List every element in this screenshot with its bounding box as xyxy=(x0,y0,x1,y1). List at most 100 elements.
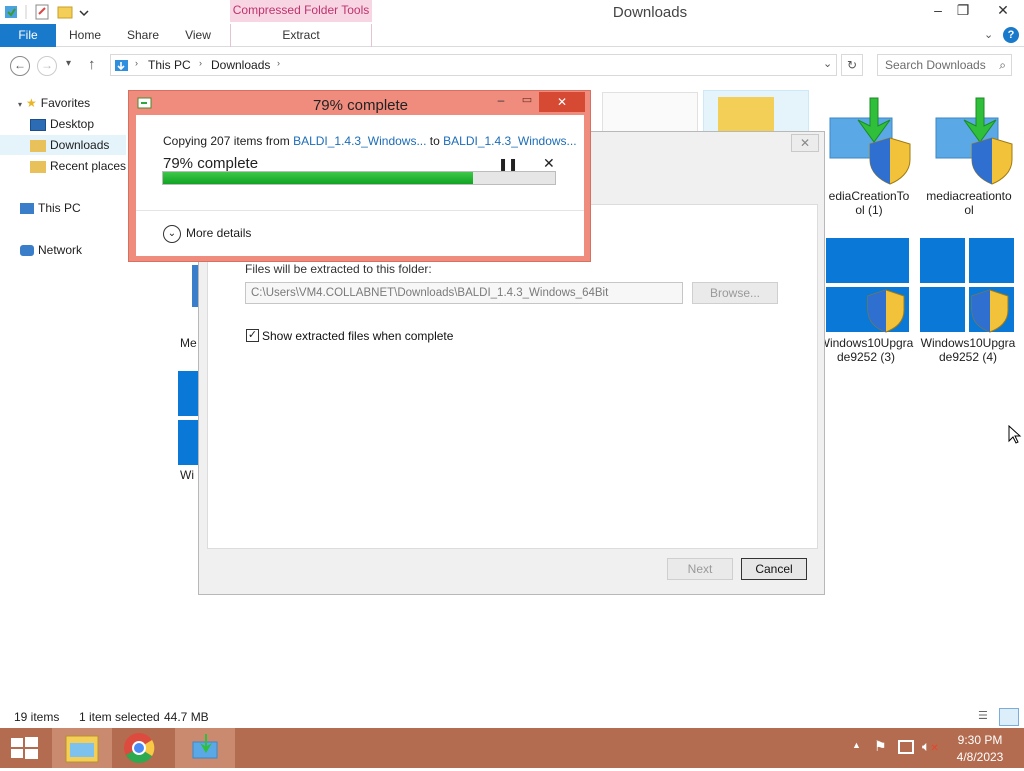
ribbon-expand-icon[interactable]: ⌄ xyxy=(984,28,993,41)
nav-favorites-label: Favorites xyxy=(40,96,91,110)
copy-dialog-maximize[interactable]: ▭ xyxy=(517,93,537,106)
desktop-icon xyxy=(30,118,46,131)
file-win10upgrade-4[interactable]: Windows10Upgra de9252 (4) xyxy=(920,238,1016,364)
tab-extract[interactable]: Extract xyxy=(230,24,372,47)
copy-dialog-close[interactable]: ✕ xyxy=(539,92,585,112)
nav-network-label: Network xyxy=(38,243,83,257)
nav-this-pc[interactable]: This PC xyxy=(20,198,81,218)
nav-this-pc-label: This PC xyxy=(38,201,81,215)
file-partial-zip-icon[interactable] xyxy=(703,90,809,135)
chrome-icon xyxy=(124,733,155,764)
file-label-partial-2: Wi xyxy=(180,468,194,482)
installer-shield-icon xyxy=(829,97,911,185)
windows-start-icon xyxy=(11,737,38,759)
help-icon[interactable]: ? xyxy=(1003,27,1019,43)
clock-date[interactable]: 4/8/2023 xyxy=(950,750,1010,764)
recent-locations-icon[interactable]: ▾ xyxy=(66,58,71,69)
volume-muted-icon[interactable]: 🔈︎✕ xyxy=(922,738,939,755)
clock-time[interactable]: 9:30 PM xyxy=(950,733,1010,747)
compressed-folder-tools-tab: Compressed Folder Tools xyxy=(230,0,372,22)
tray-overflow-icon[interactable]: ▲ xyxy=(852,740,861,750)
selected-count: 1 item selected xyxy=(79,710,160,724)
file-win10upgrade-3[interactable]: Windows10Upgra de9252 (3) xyxy=(818,238,914,364)
tab-file[interactable]: File xyxy=(0,24,56,47)
installer-shield-icon xyxy=(935,97,1013,185)
copy-progress-bar xyxy=(162,171,556,185)
uac-shield-icon xyxy=(971,289,1009,333)
address-box[interactable]: › This PC › Downloads › ⌄ xyxy=(110,54,837,76)
search-input[interactable]: Search Downloads ⌕ xyxy=(877,54,1012,76)
cancel-copy-icon[interactable]: ✕ xyxy=(543,155,555,172)
dest-link[interactable]: BALDI_1.4.3_Windows... xyxy=(443,134,576,148)
file-partial-win10-icon[interactable] xyxy=(178,371,198,465)
network-tray-icon[interactable] xyxy=(898,740,914,754)
more-details-toggle[interactable]: ⌄ More details xyxy=(163,225,251,243)
windows-logo-icon xyxy=(920,238,1016,334)
expand-arrow-icon: ▾ xyxy=(18,100,23,109)
copy-progress-fill xyxy=(163,172,473,184)
copy-dialog-body: Copying 207 items from BALDI_1.4.3_Windo… xyxy=(136,115,584,256)
breadcrumb-sep-icon: › xyxy=(277,58,280,68)
tab-home[interactable]: Home xyxy=(60,24,110,47)
copy-dialog-minimize[interactable]: – xyxy=(491,93,511,107)
file-mediacreationtool[interactable]: mediacreationto ol xyxy=(924,94,1014,217)
back-button[interactable]: ← xyxy=(10,56,30,76)
recent-places-icon xyxy=(30,160,46,173)
large-icons-view-icon[interactable] xyxy=(999,708,1019,726)
up-button[interactable]: ↑ xyxy=(88,56,96,73)
copying-prefix: Copying 207 items from xyxy=(163,134,294,148)
file-partial-installer-icon[interactable] xyxy=(602,92,698,132)
source-link[interactable]: BALDI_1.4.3_Windows... xyxy=(293,134,426,148)
downloads-folder-icon xyxy=(115,60,128,71)
file-name: Windows10Upgra de9252 (4) xyxy=(920,336,1016,364)
address-dropdown-icon[interactable]: ⌄ xyxy=(823,57,832,70)
ribbon-tabs: File Home Share View Extract ⌄ ? xyxy=(0,24,1024,47)
details-view-icon[interactable]: ☰ xyxy=(978,710,994,724)
nav-downloads-label: Downloads xyxy=(50,138,110,152)
file-mediacreationtool-1[interactable]: ediaCreationTo ol (1) xyxy=(824,94,914,217)
next-button[interactable]: Next xyxy=(667,558,733,580)
file-explorer-taskbar-button[interactable] xyxy=(52,728,112,768)
show-files-label[interactable]: Show extracted files when complete xyxy=(262,329,453,343)
breadcrumb-sep-icon: › xyxy=(135,58,138,68)
item-count: 19 items xyxy=(14,710,60,724)
start-button[interactable] xyxy=(0,728,48,768)
nav-downloads[interactable]: Downloads xyxy=(0,135,126,155)
computer-icon xyxy=(20,203,34,215)
show-files-checkbox[interactable]: ✓ xyxy=(246,329,259,342)
chevron-down-icon: ⌄ xyxy=(163,225,181,243)
wizard-close-button[interactable]: ✕ xyxy=(791,134,819,152)
nav-network[interactable]: Network xyxy=(20,240,82,260)
tab-view[interactable]: View xyxy=(174,24,222,47)
dest-path-input[interactable]: C:\Users\VM4.COLLABNET\Downloads\BALDI_1… xyxy=(245,282,683,304)
pause-icon[interactable]: ❚❚ xyxy=(498,157,518,171)
cancel-button[interactable]: Cancel xyxy=(741,558,807,580)
nav-recent-places[interactable]: Recent places xyxy=(30,156,126,176)
network-icon xyxy=(20,245,34,257)
action-center-flag-icon[interactable]: ⚑ xyxy=(874,738,887,755)
nav-desktop[interactable]: Desktop xyxy=(30,114,94,134)
tab-share[interactable]: Share xyxy=(118,24,168,47)
chrome-taskbar-button[interactable] xyxy=(112,728,172,768)
browse-button[interactable]: Browse... xyxy=(692,282,778,304)
forward-button[interactable]: → xyxy=(37,56,57,76)
star-icon: ★ xyxy=(26,96,37,110)
restore-button[interactable]: ❐ xyxy=(950,0,976,22)
file-label-partial: Me xyxy=(180,336,197,350)
minimize-button[interactable]: – xyxy=(925,0,951,22)
search-placeholder: Search Downloads xyxy=(885,58,986,72)
copy-progress-dialog: 79% complete – ▭ ✕ Copying 207 items fro… xyxy=(128,90,591,262)
breadcrumb-this-pc[interactable]: This PC xyxy=(148,58,191,72)
file-explorer-icon xyxy=(65,735,99,763)
uac-shield-icon xyxy=(867,289,905,333)
refresh-button[interactable]: ↻ xyxy=(841,54,863,76)
breadcrumb-downloads[interactable]: Downloads xyxy=(211,58,270,72)
installer-icon xyxy=(192,734,218,759)
quick-access-icons[interactable] xyxy=(4,4,90,20)
close-window-button[interactable]: ✕ xyxy=(988,0,1018,22)
search-icon[interactable]: ⌕ xyxy=(999,55,1006,75)
installer-taskbar-button[interactable] xyxy=(175,728,235,768)
downloads-icon xyxy=(30,139,46,152)
mouse-cursor-icon xyxy=(1008,425,1022,444)
nav-favorites[interactable]: ▾ ★ Favorites xyxy=(18,93,90,113)
